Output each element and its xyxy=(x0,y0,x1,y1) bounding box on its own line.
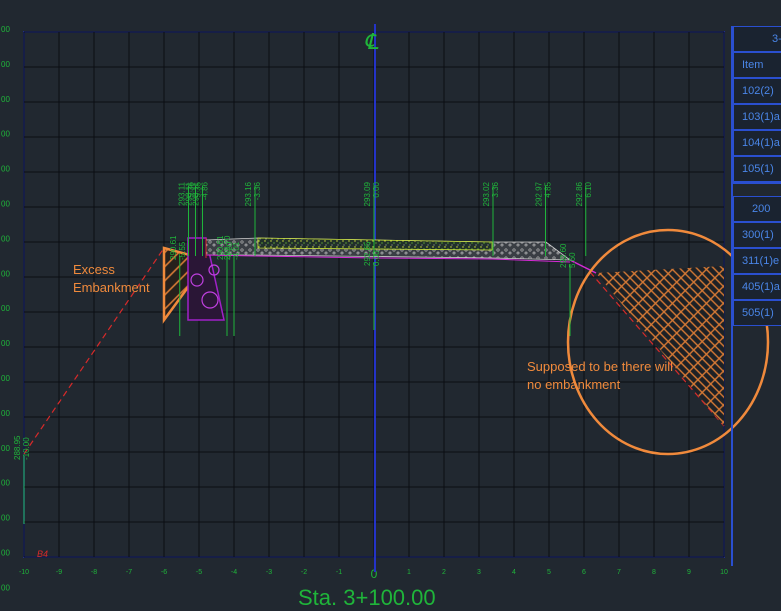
elevation-label: -10.00 xyxy=(22,437,31,460)
station-label: Sta. 3+100.00 xyxy=(298,585,436,610)
x-tick-label: -5 xyxy=(196,569,202,576)
y-tick-label: 00 xyxy=(1,374,10,383)
quantity-table-bottom: 200 300(1) 311(1)e 405(1)a 505(1) xyxy=(733,196,781,326)
x-tick-label: -1 xyxy=(336,569,342,576)
elevation-label: 293.09 xyxy=(363,181,372,206)
table-cell[interactable]: Item xyxy=(733,52,781,78)
x-tick-label: 2 xyxy=(442,569,446,576)
x-axis-ticks: -10 -9 -8 -7 -6 -5 -4 -3 -2 -1 0 1 2 3 4 5 6 7 8 9 10 xyxy=(19,567,728,581)
elevation-label: 293.02 xyxy=(482,181,491,206)
x-tick-label: -2 xyxy=(301,569,307,576)
elevation-label: -4.01 xyxy=(232,241,241,260)
table-cell[interactable]: 311(1)e xyxy=(733,248,781,274)
table-cell[interactable]: 405(1)a xyxy=(733,274,781,300)
elevation-label: -4.86 xyxy=(201,181,210,200)
y-tick-label: 00 xyxy=(1,269,10,278)
y-tick-label: 00 xyxy=(1,60,10,69)
y-tick-label: 00 xyxy=(1,479,10,488)
x-tick-label: 1 xyxy=(407,569,411,576)
y-tick-label: 00 xyxy=(1,200,10,209)
elevation-label: 293.16 xyxy=(244,181,253,206)
x-tick-label: 4 xyxy=(512,569,516,576)
table-cell[interactable]: 102(2) xyxy=(733,78,781,104)
elevation-label: -5.55 xyxy=(178,241,187,260)
supposed-embankment-note: Supposed to be there will no embankment xyxy=(527,359,673,392)
table-header[interactable]: 3- xyxy=(733,26,781,52)
table-cell[interactable]: 103(1)a xyxy=(733,104,781,130)
corner-mark: B4 xyxy=(37,549,48,559)
x-tick-label: 6 xyxy=(582,569,586,576)
x-tick-label: -10 xyxy=(19,569,29,576)
x-tick-label: -3 xyxy=(266,569,272,576)
elevation-label: 290.61 xyxy=(169,235,178,260)
y-tick-label: 00 xyxy=(1,25,10,34)
elevation-label: 293.11 xyxy=(192,181,201,205)
y-tick-label: 00 xyxy=(1,549,10,558)
y-tick-label: 00 xyxy=(1,234,10,243)
x-tick-label: 3 xyxy=(477,569,481,576)
x-tick-label: -4 xyxy=(231,569,237,576)
excess-embankment-note: Excess Embankment xyxy=(73,262,150,295)
y-tick-label: 00 xyxy=(1,583,10,592)
table-side-border xyxy=(731,26,733,566)
x-tick-label: -9 xyxy=(56,569,62,576)
elevation-label: 292.86 xyxy=(575,181,584,206)
y-tick-label: 00 xyxy=(1,304,10,313)
elevation-label: 292.70 xyxy=(223,235,232,260)
x-tick-label: 8 xyxy=(652,569,656,576)
y-tick-label: 00 xyxy=(1,165,10,174)
quantity-table-top: 3- Item 102(2) 103(1)a 104(1)a 105(1) xyxy=(733,26,781,182)
centerline-symbol: ℄ xyxy=(364,30,379,55)
elevation-label: -3.36 xyxy=(253,181,262,200)
x-tick-label: -7 xyxy=(126,569,132,576)
table-separator xyxy=(733,182,781,184)
elevation-label: 292.65 xyxy=(363,241,372,266)
x-tick-label: 10 xyxy=(720,569,728,576)
y-tick-label: 00 xyxy=(1,339,10,348)
y-tick-label: 00 xyxy=(1,444,10,453)
table-cell[interactable]: 104(1)a xyxy=(733,130,781,156)
elevation-label: 292.60 xyxy=(559,243,568,268)
x-tick-label: -6 xyxy=(161,569,167,576)
elevation-label: 3.36 xyxy=(491,181,500,197)
table-cell[interactable]: 300(1) xyxy=(733,222,781,248)
elevation-label: 0.00 xyxy=(372,250,381,266)
elevation-label: 288.95 xyxy=(13,435,22,460)
y-tick-label: 00 xyxy=(1,514,10,523)
elevation-label: 0.00 xyxy=(372,181,381,197)
x-tick-label: 5 xyxy=(547,569,551,576)
elevation-label: 4.85 xyxy=(544,181,553,197)
elevation-label: 5.60 xyxy=(568,252,577,268)
y-tick-label: 00 xyxy=(1,95,10,104)
y-tick-label: 00 xyxy=(1,130,10,139)
table-cell[interactable]: 505(1) xyxy=(733,300,781,326)
x-tick-label: 9 xyxy=(687,569,691,576)
y-axis-ticks: 00 00 00 00 00 00 00 00 00 00 00 00 00 00 00 00 00 xyxy=(1,25,10,592)
table-cell[interactable]: 105(1) xyxy=(733,156,781,182)
y-tick-label: 00 xyxy=(1,409,10,418)
elevation-label: 6.10 xyxy=(584,181,593,197)
x-tick-label: -8 xyxy=(91,569,97,576)
cross-section-canvas: 00 00 00 00 00 00 00 00 00 00 00 00 00 00 00 00 00 -10 -9… xyxy=(1,24,770,592)
elevation-label: 292.97 xyxy=(535,181,544,206)
x-tick-label: 7 xyxy=(617,569,621,576)
table-cell[interactable]: 200 xyxy=(733,196,781,222)
